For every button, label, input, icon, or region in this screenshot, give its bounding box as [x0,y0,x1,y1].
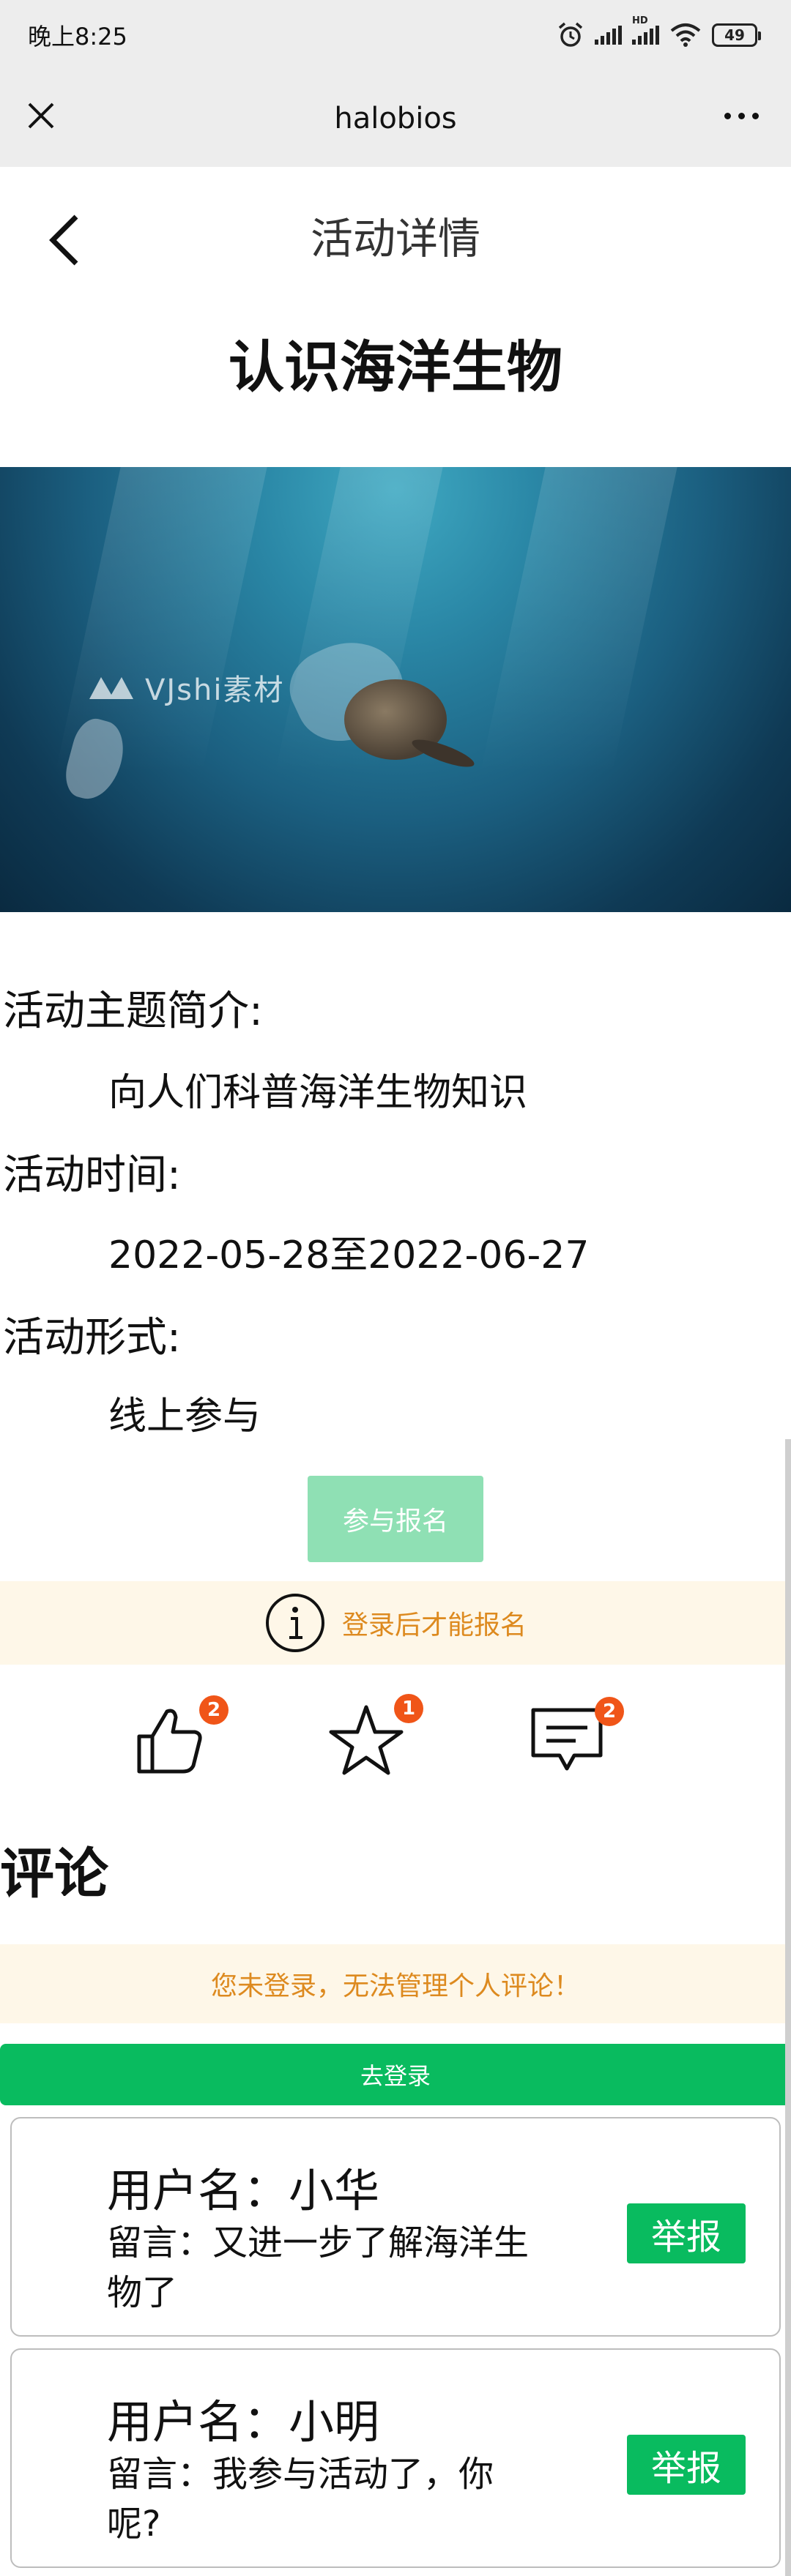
page-title: 活动详情 [310,214,480,264]
report-button[interactable]: 举报 [627,2203,746,2263]
like-button[interactable]: 2 [133,1695,229,1785]
login-notice-text: 登录后才能报名 [341,1610,527,1640]
time-value: 2022-05-28至2022-06-27 [108,1233,590,1277]
comment-button[interactable]: 2 [529,1697,624,1786]
hd-label: HD [632,15,648,26]
close-icon[interactable] [22,97,60,135]
comment-count-badge: 2 [595,1697,624,1726]
wifi-icon [670,23,701,47]
battery-icon: 49 [712,23,761,47]
comment-username: 用户名：小华 [107,2164,380,2217]
wechat-nav-bar: halobios [0,70,791,167]
more-icon[interactable] [724,113,759,119]
topic-label: 活动主题简介: [3,988,263,1035]
signal-icon [595,26,622,45]
comment-icon [531,1708,603,1771]
comment-username: 用户名：小明 [107,2395,380,2449]
activity-title: 认识海洋生物 [229,335,562,400]
page-header: 活动详情 [0,167,791,303]
scrollbar[interactable] [785,1439,791,2576]
topic-value: 向人们科普海洋生物知识 [108,1071,528,1115]
login-notice: 登录后才能报名 [0,1581,791,1665]
signal-hd-icon [632,26,659,45]
format-label: 活动形式: [3,1314,181,1362]
wechat-title: halobios [334,102,457,135]
back-icon[interactable] [44,211,88,269]
vjshi-logo-icon [89,677,133,699]
comment-message: 留言：我参与活动了，你呢? [107,2454,494,2545]
banner-watermark: VJshi素材 [86,666,284,709]
comments-heading: 评论 [0,1843,108,1905]
favorite-button[interactable]: 1 [328,1694,423,1783]
info-icon [265,1594,324,1652]
alarm-icon [558,22,583,47]
report-button[interactable]: 举报 [627,2435,746,2495]
time-label: 活动时间: [3,1151,181,1199]
signup-button[interactable]: 参与报名 [308,1476,483,1562]
comment-card: 用户名：小华 留言：又进一步了解海洋生物了 举报 [10,2117,781,2337]
comment-message: 留言：又进一步了解海洋生物了 [107,2222,530,2313]
watermark-text: VJshi素材 [145,673,285,707]
activity-banner-image: VJshi素材 [0,467,791,912]
star-icon [329,1705,404,1775]
go-login-button[interactable]: 去登录 [0,2044,791,2105]
not-logged-notice: 您未登录，无法管理个人评论！ [0,1944,791,2023]
comment-card: 用户名：小明 留言：我参与活动了，你呢? 举报 [10,2348,781,2568]
status-time: 晚上8:25 [28,23,127,51]
status-icons: HD 49 [557,15,761,49]
thumbs-up-icon [137,1709,202,1774]
status-bar: 晚上8:25 HD 49 [0,0,791,70]
format-value: 线上参与 [108,1395,261,1438]
like-count-badge: 2 [199,1695,229,1725]
favorite-count-badge: 1 [394,1694,423,1723]
